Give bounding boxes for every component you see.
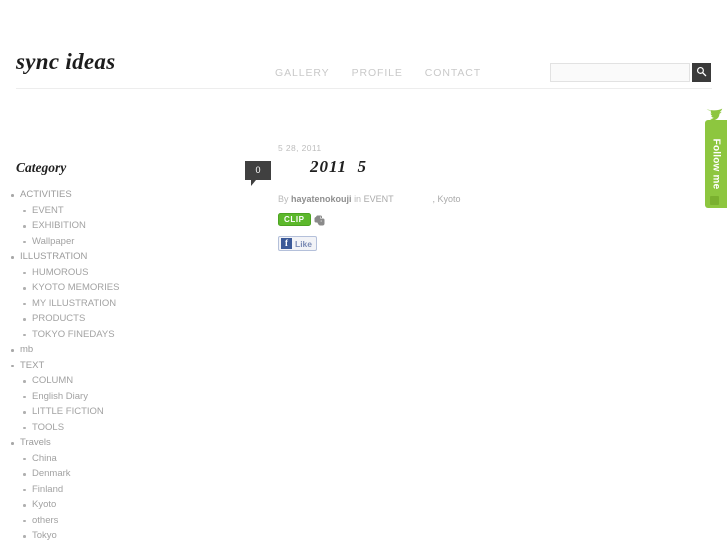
facebook-like-button[interactable]: f Like [278, 236, 318, 251]
post-meta-by: By [278, 194, 289, 204]
sidebar-item-text[interactable]: TEXT [0, 358, 200, 374]
subcategory-list-activities: EVENT EXHIBITION Wallpaper [0, 203, 200, 250]
sidebar-item-denmark[interactable]: Denmark [0, 466, 200, 482]
category-text: TEXT COLUMN English Diary LITTLE FICTION… [0, 358, 200, 436]
category-travels: Travels China Denmark Finland Kyoto othe… [0, 435, 200, 544]
site-logo[interactable]: sync ideas [16, 50, 115, 73]
list-item: Tokyo [0, 528, 200, 544]
list-item: TOOLS [0, 420, 200, 436]
sidebar-item-others[interactable]: others [0, 513, 200, 529]
sidebar-item-tokyo-finedays[interactable]: TOKYO FINEDAYS [0, 327, 200, 343]
search-icon [696, 65, 707, 80]
sidebar-title: Category [16, 160, 67, 175]
sidebar-item-kyoto-memories[interactable]: KYOTO MEMORIES [0, 280, 200, 296]
list-item: China [0, 451, 200, 467]
category-activities: ACTIVITIES EVENT EXHIBITION Wallpaper [0, 187, 200, 249]
facebook-like-label: Like [295, 238, 313, 249]
subcategory-list-travels: China Denmark Finland Kyoto others Tokyo [0, 451, 200, 544]
category-illustration: ILLUSTRATION HUMOROUS KYOTO MEMORIES MY … [0, 249, 200, 342]
search-form [550, 63, 711, 82]
post-meta-in: in [354, 194, 362, 204]
subcategory-list-text: COLUMN English Diary LITTLE FICTION TOOL… [0, 373, 200, 435]
post-article: 5 28, 2011 0 2011 5 By hayatenokouji in … [245, 143, 675, 251]
post-category-primary[interactable]: EVENT [364, 194, 394, 204]
sidebar-item-china[interactable]: China [0, 451, 200, 467]
facebook-f-icon: f [281, 238, 292, 249]
list-item: EXHIBITION [0, 218, 200, 234]
sidebar-item-column[interactable]: COLUMN [0, 373, 200, 389]
comment-count-bubble[interactable]: 0 [245, 161, 271, 186]
facebook-like-row: f Like [278, 233, 675, 251]
list-item: Kyoto [0, 497, 200, 513]
sidebar-item-tokyo[interactable]: Tokyo [0, 528, 200, 544]
sidebar-item-wallpaper[interactable]: Wallpaper [0, 234, 200, 250]
sidebar-item-mb[interactable]: mb [0, 342, 200, 358]
search-input[interactable] [550, 63, 690, 82]
search-button[interactable] [692, 63, 711, 82]
sidebar-item-english-diary[interactable]: English Diary [0, 389, 200, 405]
sidebar-item-event[interactable]: EVENT [0, 203, 200, 219]
share-row: CLIP [278, 213, 675, 226]
sidebar: Category ACTIVITIES EVENT EXHIBITION Wal… [0, 160, 200, 544]
sidebar-item-finland[interactable]: Finland [0, 482, 200, 498]
nav-item-contact[interactable]: CONTACT [425, 67, 481, 79]
list-item: EVENT [0, 203, 200, 219]
list-item: others [0, 513, 200, 529]
list-item: COLUMN [0, 373, 200, 389]
sidebar-item-illustration[interactable]: ILLUSTRATION [0, 249, 200, 265]
list-item: PRODUCTS [0, 311, 200, 327]
sidebar-item-humorous[interactable]: HUMOROUS [0, 265, 200, 281]
sidebar-item-kyoto[interactable]: Kyoto [0, 497, 200, 513]
post-title[interactable]: 2011 5 [310, 157, 367, 177]
sidebar-item-tools[interactable]: TOOLS [0, 420, 200, 436]
category-mb: mb [0, 342, 200, 358]
sidebar-item-products[interactable]: PRODUCTS [0, 311, 200, 327]
list-item: KYOTO MEMORIES [0, 280, 200, 296]
sidebar-item-my-illustration[interactable]: MY ILLUSTRATION [0, 296, 200, 312]
list-item: TOKYO FINEDAYS [0, 327, 200, 343]
list-item: Wallpaper [0, 234, 200, 250]
follow-me-label: Follow me [710, 138, 722, 190]
list-item: Finland [0, 482, 200, 498]
subcategory-list-illustration: HUMOROUS KYOTO MEMORIES MY ILLUSTRATION … [0, 265, 200, 343]
main-navigation: GALLERY PROFILE CONTACT [275, 67, 481, 79]
category-list: ACTIVITIES EVENT EXHIBITION Wallpaper IL… [0, 187, 200, 544]
list-item: English Diary [0, 389, 200, 405]
sidebar-item-little-fiction[interactable]: LITTLE FICTION [0, 404, 200, 420]
list-item: Denmark [0, 466, 200, 482]
list-item: HUMOROUS [0, 265, 200, 281]
site-header: sync ideas GALLERY PROFILE CONTACT [0, 0, 727, 89]
sidebar-item-exhibition[interactable]: EXHIBITION [0, 218, 200, 234]
post-date: 5 28, 2011 [278, 143, 322, 153]
page-root: sync ideas GALLERY PROFILE CONTACT Categ… [0, 0, 727, 545]
sidebar-item-activities[interactable]: ACTIVITIES [0, 187, 200, 203]
nav-item-profile[interactable]: PROFILE [352, 67, 403, 79]
post-category-secondary[interactable]: , Kyoto [432, 194, 460, 204]
evernote-clip-button[interactable]: CLIP [278, 213, 311, 226]
post-meta: By hayatenokouji in EVENT , Kyoto [278, 194, 675, 204]
post-author[interactable]: hayatenokouji [291, 194, 352, 204]
follow-badge-icon [710, 196, 719, 205]
nav-item-gallery[interactable]: GALLERY [275, 67, 330, 79]
post-header: 0 2011 5 [245, 157, 675, 191]
sidebar-item-travels[interactable]: Travels [0, 435, 200, 451]
follow-me-tab[interactable]: Follow me [705, 120, 727, 208]
comment-count: 0 [255, 165, 261, 175]
evernote-elephant-icon[interactable] [314, 214, 325, 226]
header-divider [16, 88, 712, 89]
list-item: MY ILLUSTRATION [0, 296, 200, 312]
list-item: LITTLE FICTION [0, 404, 200, 420]
